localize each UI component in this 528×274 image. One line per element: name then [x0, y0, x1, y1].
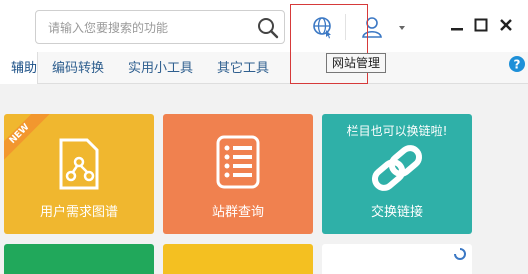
maximize-icon[interactable]	[472, 16, 490, 34]
link-icon	[371, 145, 423, 191]
toolbar-separator	[345, 14, 346, 40]
tab-utilities[interactable]: 实用小工具	[128, 52, 193, 83]
globe-icon[interactable]	[311, 14, 335, 40]
tile-row2-yellow[interactable]	[163, 244, 313, 274]
caret-down-icon[interactable]	[396, 14, 408, 40]
tile-label: 用户需求图谱	[39, 205, 118, 220]
tab-bar: 辅助 编码转换 实用小工具 其它工具	[0, 52, 528, 84]
top-bar	[0, 0, 528, 52]
help-icon[interactable]: ?	[509, 56, 525, 72]
minimize-icon[interactable]	[448, 16, 466, 34]
tile-row2-green[interactable]	[4, 244, 154, 274]
tooltip: 网站管理	[326, 53, 387, 73]
tile-label: 站群查询	[211, 205, 264, 220]
search-icon[interactable]	[256, 16, 280, 40]
tab-encoding[interactable]: 编码转换	[52, 52, 104, 83]
tile-site-group-query[interactable]: 站群查询	[163, 114, 313, 234]
graph-icon	[59, 138, 99, 190]
new-badge: NEW	[4, 114, 53, 168]
tile-row2-white[interactable]	[322, 244, 472, 274]
tile-label: 交换链接	[370, 205, 423, 220]
list-icon	[216, 135, 260, 189]
tab-assist[interactable]: 辅助	[0, 52, 38, 84]
search-input[interactable]	[46, 17, 250, 39]
search-box	[35, 10, 285, 44]
tile-note: 栏目也可以换链啦!	[346, 124, 448, 138]
close-icon[interactable]	[497, 16, 515, 34]
tile-exchange-links[interactable]: 栏目也可以换链啦! 交换链接	[322, 114, 472, 234]
tab-other-tools[interactable]: 其它工具	[217, 52, 269, 83]
spinner-icon	[454, 248, 466, 260]
tile-user-demand-graph[interactable]: NEW 用户需求图谱	[4, 114, 154, 234]
user-icon[interactable]	[360, 14, 384, 40]
svg-text:?: ?	[514, 58, 521, 72]
